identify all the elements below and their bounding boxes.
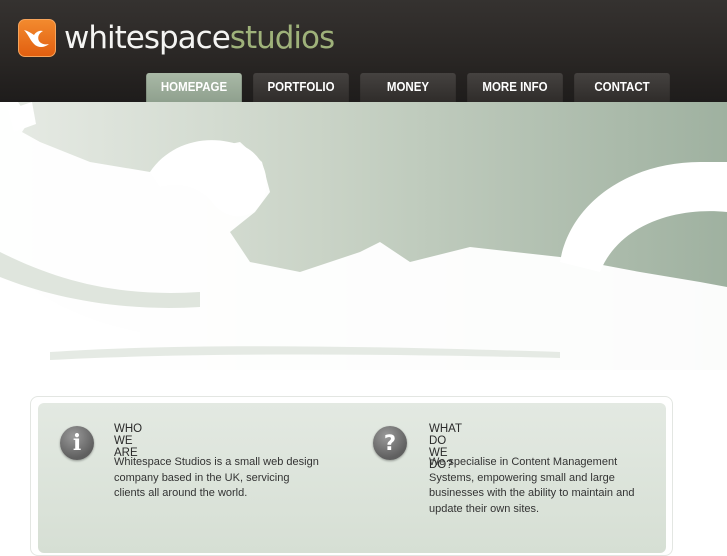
section-text-line: Systems, empowering small and large xyxy=(429,471,615,484)
section-text-line: clients all around the world. xyxy=(114,487,248,499)
section-text-line: We specialise in Content Management xyxy=(429,456,618,468)
question-icon: ? xyxy=(373,426,407,460)
section-text-line: Whitespace Studios is a small web design xyxy=(114,456,319,468)
content-panel: i WHO WE ARE Whitespace Studios is a sma… xyxy=(38,403,666,553)
section-text-line: businesses with the ability to maintain … xyxy=(429,487,635,499)
hero-banner xyxy=(0,102,727,370)
nav-tab-contact[interactable]: CONTACT xyxy=(574,73,670,102)
section-text-line: company based in the UK, servicing xyxy=(114,471,290,484)
site-logo[interactable]: whitespacestudios xyxy=(18,19,335,57)
section-title: WHO WE ARE xyxy=(114,423,143,459)
section-text: Whitespace Studios is a small web design… xyxy=(114,455,329,502)
hero-silhouette-image xyxy=(0,102,727,370)
logo-word-secondary: studios xyxy=(229,20,335,56)
nav-tab-homepage[interactable]: HOMEPAGE xyxy=(146,73,242,102)
logo-wordmark: whitespacestudios xyxy=(64,19,335,57)
nav-tab-portfolio[interactable]: PORTFOLIO xyxy=(253,73,349,102)
nav-tab-money[interactable]: MONEY xyxy=(360,73,456,102)
section-text: We specialise in Content Management Syst… xyxy=(429,455,644,517)
logo-word-primary: whitespace xyxy=(64,20,231,56)
nav-tab-more-info[interactable]: MORE INFO xyxy=(467,73,563,102)
site-header: whitespacestudios HOMEPAGE PORTFOLIO MON… xyxy=(0,0,727,102)
info-icon: i xyxy=(60,426,94,460)
section-text-line: update their own sites. xyxy=(429,502,540,515)
bird-logo-icon xyxy=(18,19,56,57)
